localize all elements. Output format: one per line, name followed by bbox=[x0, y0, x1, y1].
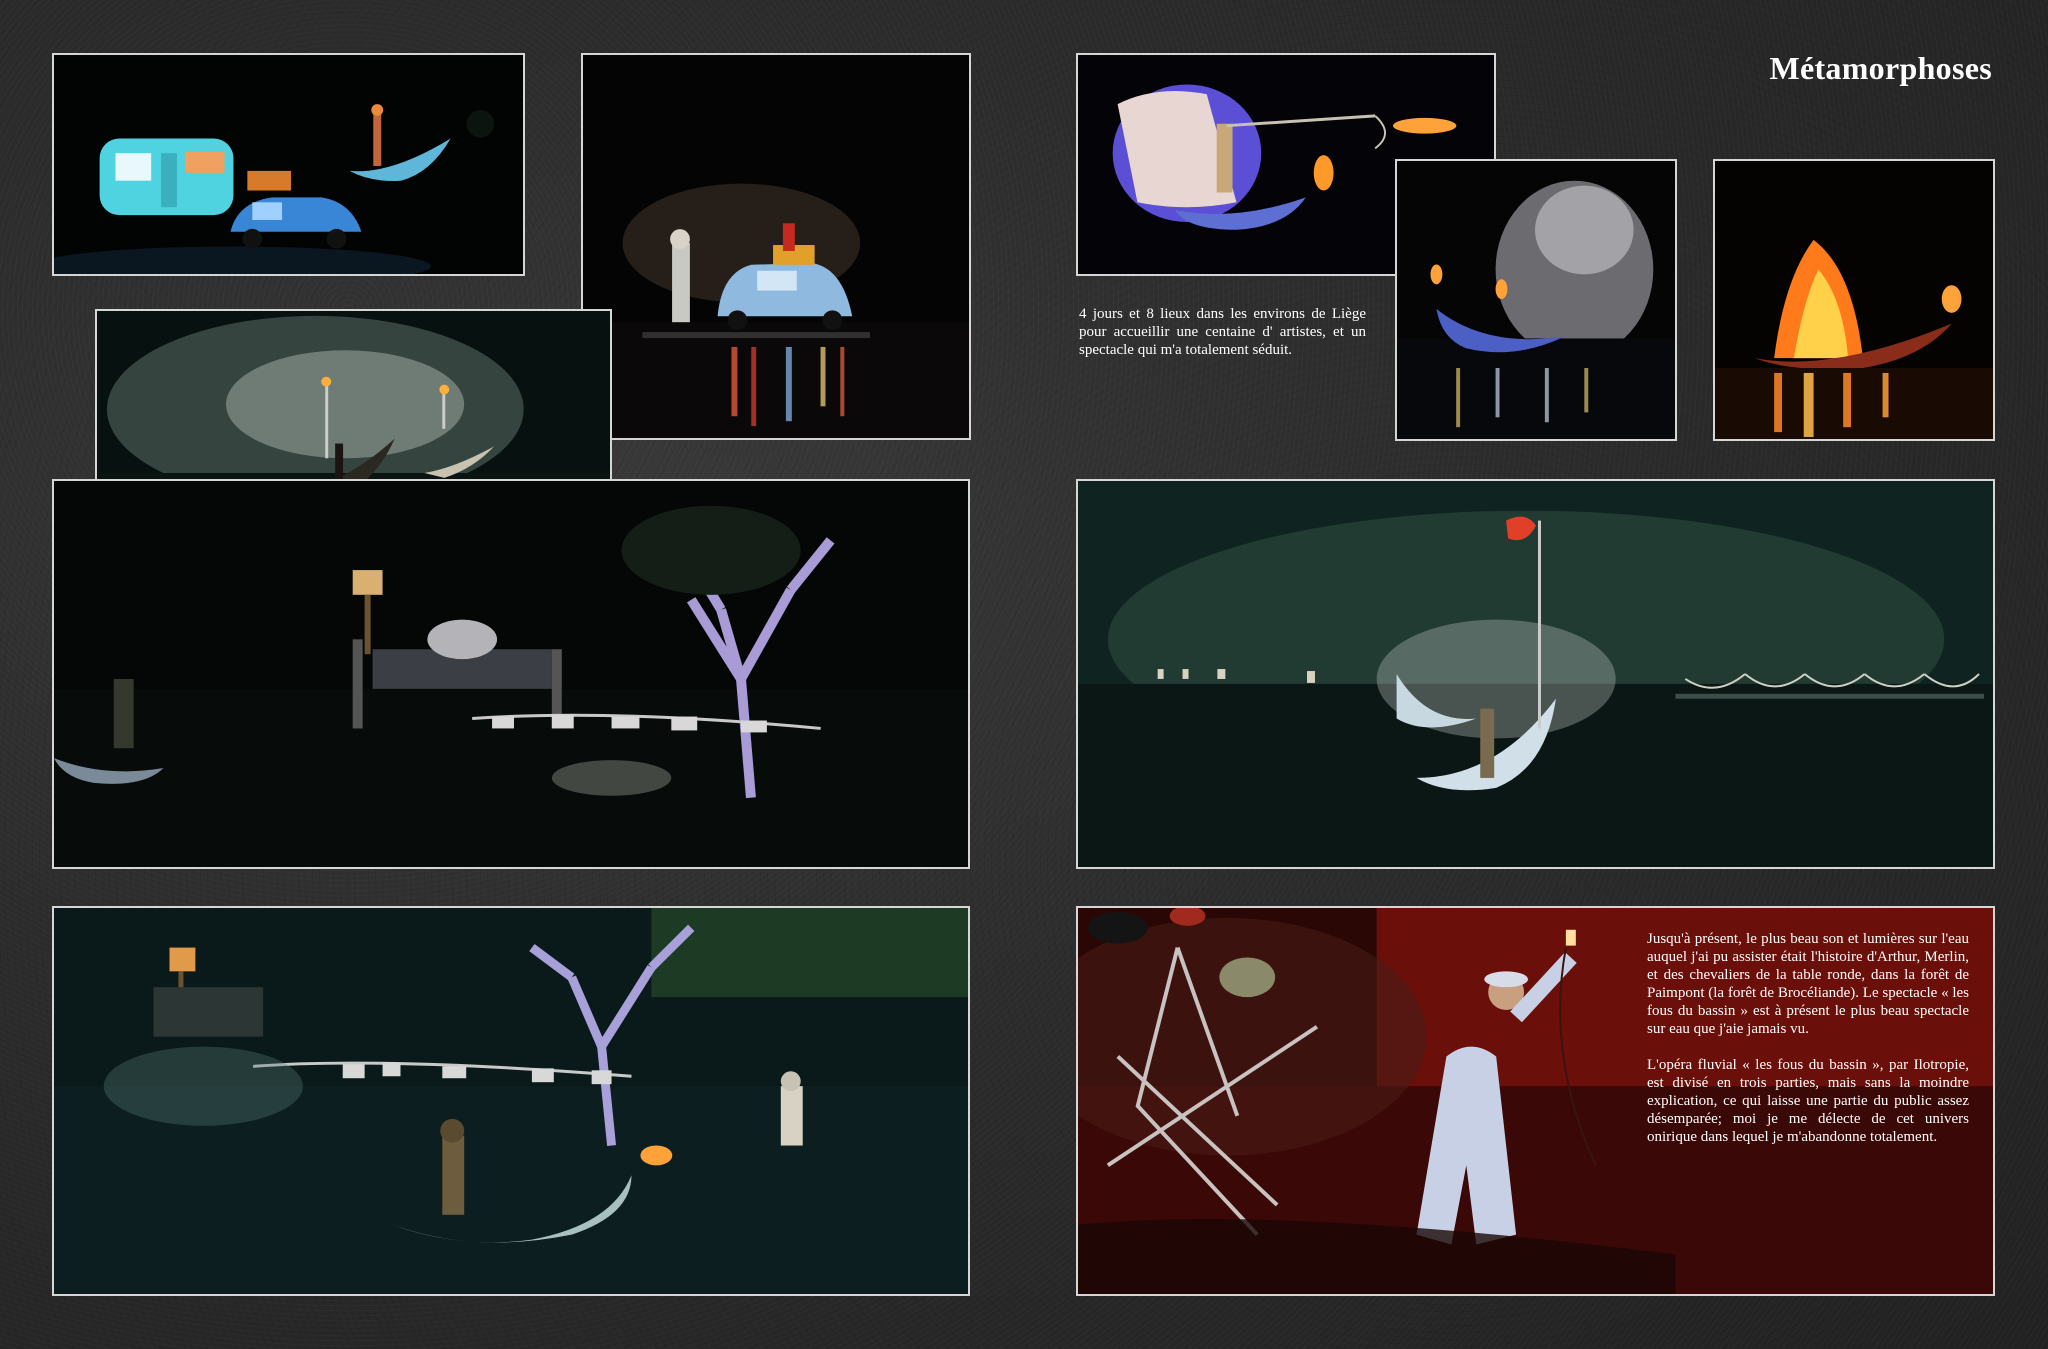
green-boats-photo[interactable] bbox=[1076, 479, 1995, 869]
bed-tree-photo[interactable] bbox=[52, 479, 970, 869]
green-scene-photo[interactable] bbox=[52, 906, 970, 1296]
page-title: Métamorphoses bbox=[1769, 50, 1992, 86]
story-paragraph-2: L'opéra fluvial « les fous du bassin », … bbox=[1647, 1057, 1969, 1145]
intro-text: 4 jours et 8 lieux dans les environs de … bbox=[1079, 306, 1366, 358]
car-on-water-photo[interactable] bbox=[581, 53, 971, 440]
fire-boat-photo[interactable] bbox=[1713, 159, 1995, 441]
caravan-car-photo[interactable] bbox=[52, 53, 525, 276]
story-text: Jusqu'à présent, le plus beau son et lum… bbox=[1647, 930, 1969, 1164]
story-paragraph-1: Jusqu'à présent, le plus beau son et lum… bbox=[1647, 931, 1969, 1037]
boat-smoke-photo[interactable] bbox=[1395, 159, 1677, 441]
